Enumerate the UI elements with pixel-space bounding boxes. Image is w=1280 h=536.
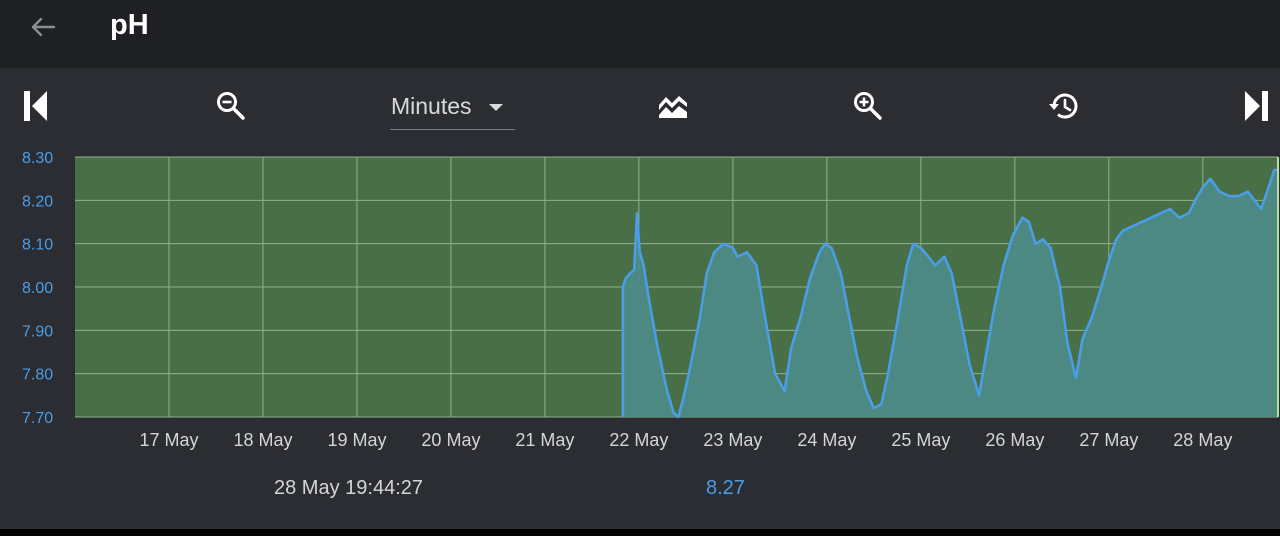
x-tick-label: 27 May: [1079, 430, 1138, 450]
selected-timestamp: 28 May 19:44:27: [274, 477, 423, 499]
history-icon: [1049, 93, 1078, 119]
y-tick-label: 7.90: [22, 323, 53, 340]
zoom-in-icon: [854, 92, 882, 120]
arrow-left-icon: [31, 17, 56, 37]
interval-label: Minutes: [391, 93, 472, 119]
x-tick-label: 17 May: [139, 430, 198, 450]
back-button[interactable]: [24, 10, 64, 46]
x-tick-label: 22 May: [609, 430, 668, 450]
skip-to-end-button[interactable]: [1236, 86, 1276, 126]
zoom-out-button[interactable]: [211, 86, 251, 126]
interval-dropdown[interactable]: Minutes: [390, 91, 515, 130]
y-tick-label: 7.80: [22, 367, 53, 384]
x-tick-label: 28 May: [1173, 430, 1232, 450]
chevron-down-icon: [489, 104, 503, 111]
chart-style-button[interactable]: [653, 86, 693, 126]
selected-value: 8.27: [706, 477, 745, 499]
y-tick-label: 8.20: [22, 193, 53, 210]
x-tick-label: 19 May: [327, 430, 386, 450]
ph-chart[interactable]: 8.30 8.20 8.10 8.00 7.90 7.80 7.70 17 May 18 May…: [0, 148, 1280, 458]
page-title: pH: [110, 9, 149, 41]
skip-to-end-icon: [1245, 91, 1268, 121]
x-tick-label: 25 May: [891, 430, 950, 450]
area-chart-icon: [659, 96, 687, 118]
x-tick-label: 21 May: [515, 430, 574, 450]
y-tick-label: 7.70: [22, 410, 53, 427]
y-tick-label: 8.10: [22, 237, 53, 254]
y-tick-label: 8.30: [22, 150, 53, 167]
zoom-in-button[interactable]: [848, 86, 888, 126]
skip-to-start-button[interactable]: [16, 86, 56, 126]
x-tick-label: 20 May: [421, 430, 480, 450]
chart-toolbar: Minutes: [0, 68, 1280, 152]
skip-to-start-icon: [24, 91, 47, 121]
bottom-edge: [0, 529, 1280, 536]
y-tick-label: 8.00: [22, 280, 53, 297]
app-bar: pH: [0, 0, 1280, 68]
x-tick-label: 26 May: [985, 430, 1044, 450]
x-tick-label: 24 May: [797, 430, 856, 450]
x-tick-label: 23 May: [703, 430, 762, 450]
x-tick-label: 18 May: [233, 430, 292, 450]
zoom-out-icon: [217, 92, 245, 120]
history-button[interactable]: [1043, 86, 1083, 126]
